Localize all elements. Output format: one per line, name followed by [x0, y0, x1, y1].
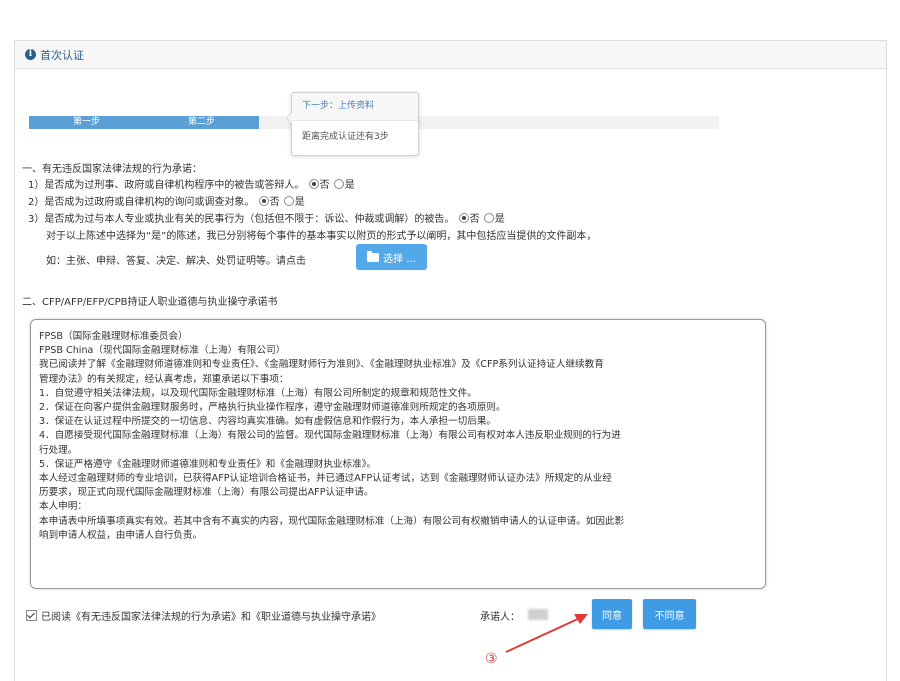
progress-step-1: 第一步	[29, 116, 144, 129]
pledge-line: 5．保证严格遵守《金融理财师道德准则和专业责任》和《金融理财执业标准》。	[39, 458, 377, 470]
q1-radio-yes[interactable]	[333, 179, 344, 189]
pledge-line: 历要求，现正式向现代国际金融理财标准（上海）有限公司提出AFP认证申请。	[39, 487, 374, 499]
section2-title: 二、CFP/AFP/EFP/CPB持证人职业道德与执业操守承诺书	[22, 297, 278, 308]
pledge-line: 本人申明：	[39, 501, 87, 513]
question-2: 2）是否成为过政府或自律机构的询问或调查对象。 否 是	[28, 196, 305, 208]
q1-radio-no[interactable]	[308, 179, 319, 189]
question-1: 1）是否成为过刑事、政府或自律机构程序中的被告或答辩人。 否 是	[28, 179, 355, 191]
pledge-line: 行处理。	[39, 444, 78, 456]
q2-radio-no[interactable]	[258, 196, 269, 206]
progress-step-2: 第二步	[144, 116, 259, 129]
pledge-line: FPSB China（现代国际金融理财标准（上海）有限公司）	[39, 345, 286, 357]
read-checkbox[interactable]	[26, 610, 37, 621]
pledge-line: 本人经过金融理财师的专业培训，已获得AFP认证培训合格证书，并已通过AFP认证考…	[39, 473, 612, 485]
q3-radio-yes[interactable]	[483, 213, 494, 223]
pledge-line: 3．保证在认证过程中所提交的一切信息、内容均真实准确。如有虚假信息和作假行为，本…	[39, 416, 497, 428]
info-icon: i	[25, 49, 36, 60]
step-marker: ③	[485, 651, 498, 667]
pledge-line: 响到申请人权益，由申请人自行负责。	[39, 529, 203, 541]
red-arrow-icon	[505, 614, 588, 653]
page-title: 首次认证	[40, 48, 84, 62]
pledge-line: 本申请表中所填事项真实有效。若其中含有不真实的内容，现代国际金融理财标准（上海）…	[39, 515, 625, 527]
note-line-1: 对于以上陈述中选择为“是”的陈述，我已分别将每个事件的基本事实以附页的形式予以阐…	[46, 231, 597, 242]
popover-title: 下一步：上传资料	[292, 93, 418, 121]
pledge-line: 4．自愿接受现代国际金融理财标准（上海）有限公司的监督。现代国际金融理财标准（上…	[39, 430, 621, 442]
pledge-line: 我已阅读并了解《金融理财师道德准则和专业责任》、《金融理财师行为准则》、《金融理…	[39, 359, 604, 371]
folder-icon	[367, 250, 380, 262]
choose-file-button[interactable]: 选择 ...	[356, 244, 427, 270]
pledge-line: FPSB（国际金融理财标准委员会）	[39, 331, 188, 342]
panel-header: i 首次认证	[15, 41, 886, 69]
next-step-popover: 下一步：上传资料 距离完成认证还有3步	[286, 92, 419, 156]
read-confirm[interactable]: 已阅读《有无违反国家法律法规的行为承诺》和《职业道德与执业操守承诺》	[26, 608, 381, 623]
section1-title: 一、有无违反国家法律法规的行为承诺：	[22, 164, 202, 175]
popover-body: 距离完成认证还有3步	[302, 132, 389, 142]
q2-radio-yes[interactable]	[283, 196, 294, 206]
pledge-textbox[interactable]: FPSB（国际金融理财标准委员会） FPSB China（现代国际金融理财标准（上…	[30, 319, 766, 589]
q3-radio-no[interactable]	[458, 213, 469, 223]
pledge-line: 2．保证在向客户提供金融理财服务时，严格执行执业操作程序，遵守金融理财师道德准则…	[39, 402, 506, 414]
pledge-line: 1．自觉遵守相关法律法规，以及现代国际金融理财标准（上海）有限公司所制定的规章和…	[39, 387, 477, 399]
pledge-line: 管理办法》的有关规定，经认真考虑，郑重承诺以下事项：	[39, 373, 289, 385]
disagree-button[interactable]: 不同意	[643, 599, 696, 629]
note-line-2: 如：主张、申辩、答复、决定、解决、处罚证明等。请点击	[46, 256, 306, 267]
question-3: 3）是否成为过与本人专业或执业有关的民事行为（包括但不限于：诉讼、仲裁或调解）的…	[28, 213, 505, 225]
pledge-text: FPSB（国际金融理财标准委员会） FPSB China（现代国际金融理财标准（上…	[31, 320, 765, 543]
